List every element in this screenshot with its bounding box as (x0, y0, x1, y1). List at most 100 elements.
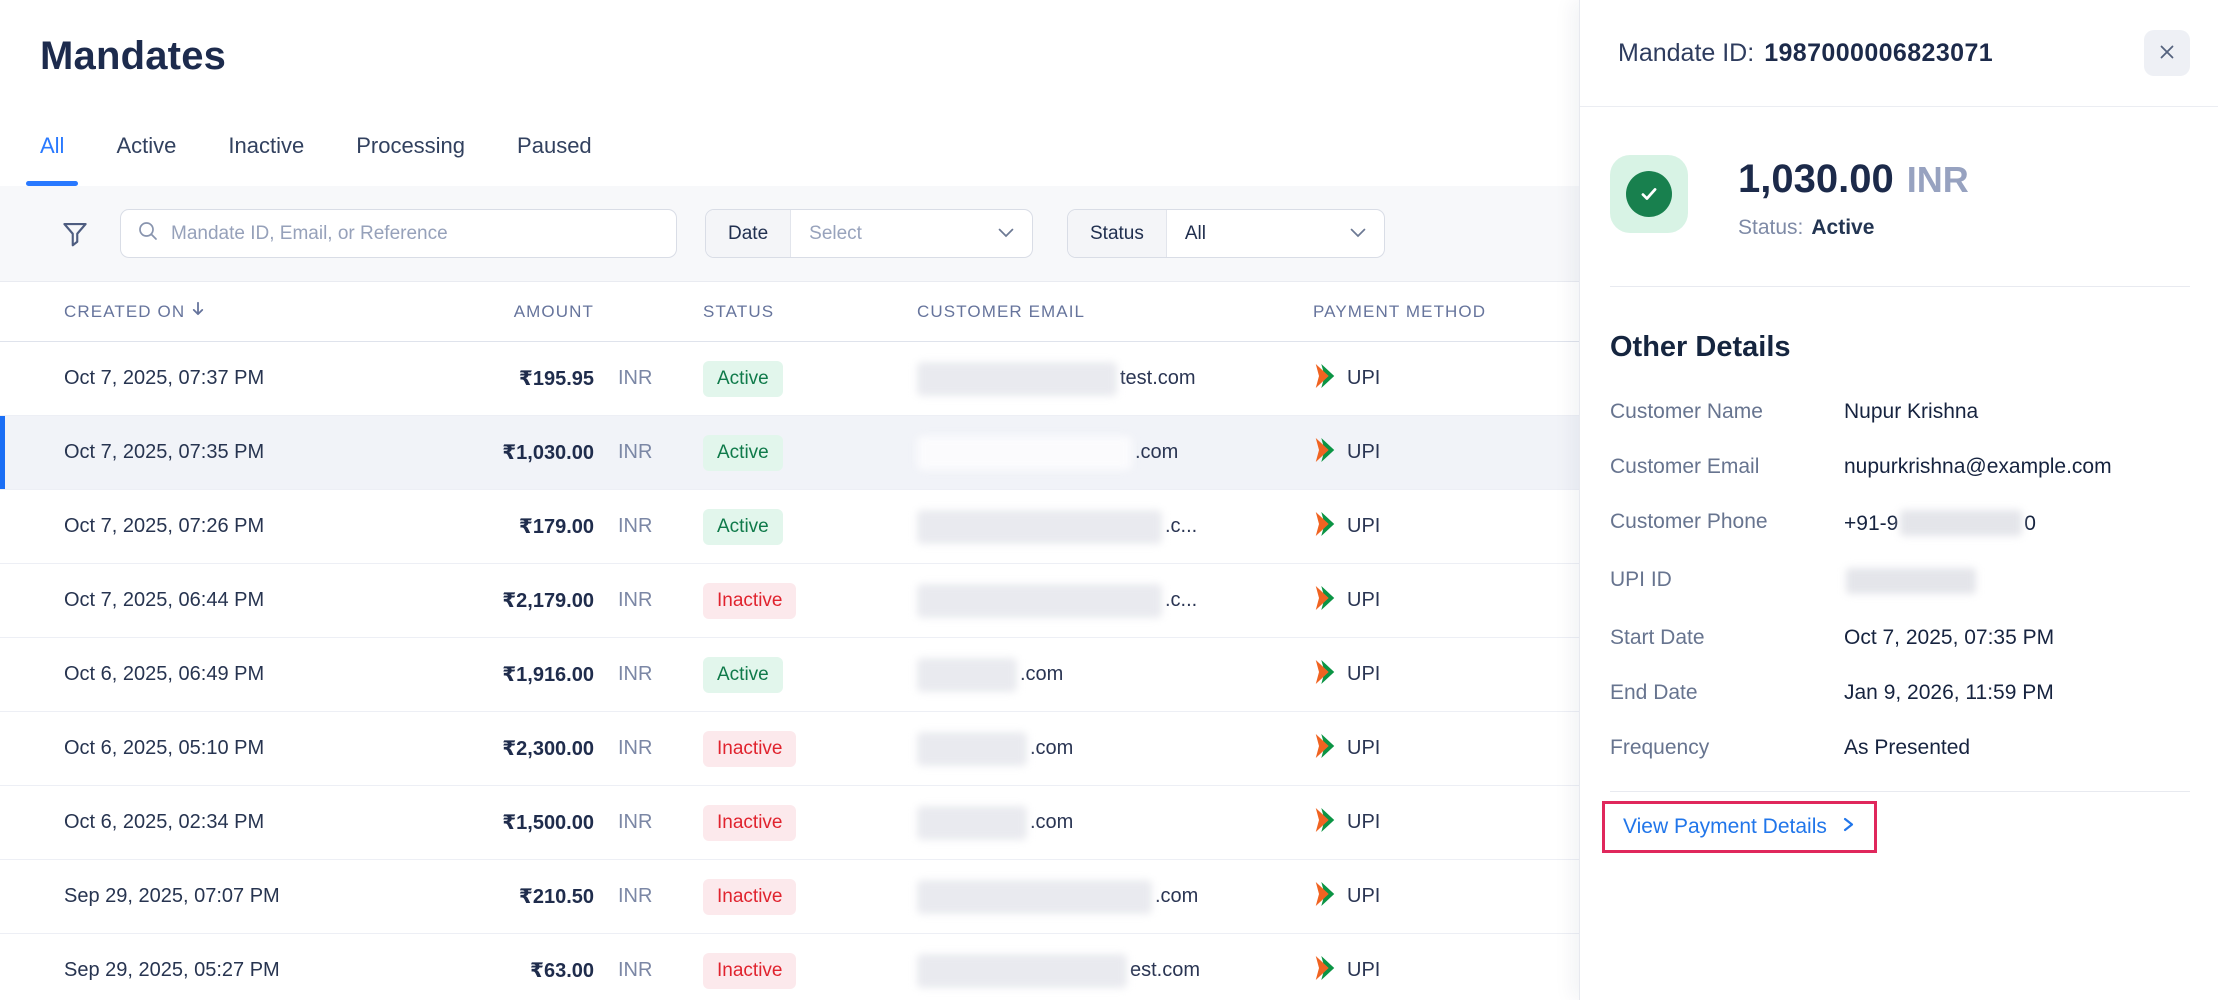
detail-label: Customer Phone (1610, 510, 1844, 536)
search-box[interactable] (120, 209, 677, 258)
upi-icon (1313, 585, 1337, 617)
payment-method-label: UPI (1347, 959, 1380, 982)
cell-customer-email: .com (898, 436, 1294, 470)
date-filter-value: Select (791, 210, 862, 257)
cell-currency: INR (594, 959, 684, 982)
redacted-email (917, 880, 1152, 914)
tab-active[interactable]: Active (102, 129, 190, 186)
table-row[interactable]: Sep 29, 2025, 07:07 PM ₹210.50 INR Inact… (0, 860, 1579, 934)
cell-payment-method: UPI (1294, 511, 1579, 543)
tab-all[interactable]: All (26, 129, 78, 186)
table-body: Oct 7, 2025, 07:37 PM ₹195.95 INR Active… (0, 342, 1579, 1000)
chevron-right-icon (1827, 816, 1856, 838)
payment-method-label: UPI (1347, 441, 1380, 464)
status-badge: Active (703, 509, 783, 545)
upi-icon (1313, 437, 1337, 469)
detail-label: UPI ID (1610, 568, 1844, 594)
payment-method-label: UPI (1347, 589, 1380, 612)
cell-amount: ₹2,179.00 (444, 588, 594, 613)
cell-amount: ₹63.00 (444, 958, 594, 983)
tab-paused[interactable]: Paused (503, 129, 606, 186)
cell-customer-email: .com (898, 658, 1294, 692)
table-row[interactable]: Sep 29, 2025, 05:27 PM ₹63.00 INR Inacti… (0, 934, 1579, 1000)
detail-label: Customer Name (1610, 400, 1844, 423)
cell-created-on: Oct 7, 2025, 07:35 PM (64, 441, 444, 464)
table-row[interactable]: Oct 6, 2025, 06:49 PM ₹1,916.00 INR Acti… (0, 638, 1579, 712)
column-header-payment-method: Payment Method (1294, 302, 1579, 322)
close-panel-button[interactable] (2144, 30, 2190, 76)
cell-payment-method: UPI (1294, 733, 1579, 765)
table-row[interactable]: Oct 7, 2025, 07:35 PM ₹1,030.00 INR Acti… (0, 416, 1579, 490)
email-suffix: test.com (1120, 367, 1196, 390)
cell-status: Active (684, 509, 898, 545)
detail-label: Frequency (1610, 736, 1844, 759)
details-list: Customer Name Nupur Krishna Customer Ema… (1610, 400, 2218, 759)
cell-amount: ₹210.50 (444, 884, 594, 909)
table-row[interactable]: Oct 7, 2025, 06:44 PM ₹2,179.00 INR Inac… (0, 564, 1579, 638)
table-row[interactable]: Oct 6, 2025, 05:10 PM ₹2,300.00 INR Inac… (0, 712, 1579, 786)
cell-payment-method: UPI (1294, 955, 1579, 987)
payment-method-label: UPI (1347, 663, 1380, 686)
cell-created-on: Sep 29, 2025, 07:07 PM (64, 885, 444, 908)
view-payment-details-link[interactable]: View Payment Details (1623, 815, 1827, 839)
detail-value (1844, 568, 1978, 594)
status-tabs: All Active Inactive Processing Paused (26, 129, 1579, 186)
cell-currency: INR (594, 737, 684, 760)
mandate-id-value: 1987000006823071 (1764, 39, 1993, 67)
filter-bar: Date Select Status All (0, 186, 1579, 282)
tab-inactive[interactable]: Inactive (214, 129, 318, 186)
email-suffix: .com (1030, 737, 1073, 760)
detail-row: End Date Jan 9, 2026, 11:59 PM (1610, 681, 2218, 704)
table-row[interactable]: Oct 7, 2025, 07:26 PM ₹179.00 INR Active… (0, 490, 1579, 564)
table-row[interactable]: Oct 7, 2025, 07:37 PM ₹195.95 INR Active… (0, 342, 1579, 416)
cell-created-on: Sep 29, 2025, 05:27 PM (64, 959, 444, 982)
redacted-email (917, 584, 1162, 618)
table-header: Created On Amount Status Customer Email … (0, 282, 1579, 342)
status-badge: Inactive (703, 731, 796, 767)
cell-customer-email: .c... (898, 584, 1294, 618)
column-header-created-on[interactable]: Created On (64, 300, 444, 323)
redacted-email (917, 954, 1127, 988)
email-suffix: .c... (1165, 589, 1197, 612)
status-badge: Inactive (703, 879, 796, 915)
tab-processing[interactable]: Processing (342, 129, 479, 186)
upi-icon (1313, 659, 1337, 691)
upi-icon (1313, 733, 1337, 765)
cell-created-on: Oct 6, 2025, 06:49 PM (64, 663, 444, 686)
cell-customer-email: .com (898, 806, 1294, 840)
payment-method-label: UPI (1347, 515, 1380, 538)
email-suffix: .com (1030, 811, 1073, 834)
detail-value: Nupur Krishna (1844, 400, 1978, 423)
cell-currency: INR (594, 811, 684, 834)
search-input[interactable] (171, 223, 660, 245)
cell-status: Inactive (684, 805, 898, 841)
status-filter-dropdown[interactable]: Status All (1067, 209, 1385, 258)
sort-desc-icon (189, 300, 207, 323)
upi-icon (1313, 955, 1337, 987)
date-filter-label: Date (706, 210, 791, 257)
table-row[interactable]: Oct 6, 2025, 02:34 PM ₹1,500.00 INR Inac… (0, 786, 1579, 860)
detail-row: Customer Name Nupur Krishna (1610, 400, 2218, 423)
status-badge: Inactive (703, 583, 796, 619)
cell-amount: ₹179.00 (444, 514, 594, 539)
email-suffix: .com (1155, 885, 1198, 908)
cell-payment-method: UPI (1294, 881, 1579, 913)
cell-payment-method: UPI (1294, 363, 1579, 395)
detail-value: +91-9 0 (1844, 510, 2036, 536)
view-payment-details-highlight[interactable]: View Payment Details (1602, 801, 1877, 853)
chevron-down-icon (998, 225, 1014, 243)
filter-funnel-icon[interactable] (60, 219, 90, 249)
detail-value: nupurkrishna@example.com (1844, 455, 2112, 478)
cell-created-on: Oct 7, 2025, 06:44 PM (64, 589, 444, 612)
mandate-summary: 1,030.00 INR Status:Active (1610, 155, 2218, 240)
status-filter-label: Status (1068, 210, 1167, 257)
date-filter-dropdown[interactable]: Date Select (705, 209, 1033, 258)
cell-status: Inactive (684, 731, 898, 767)
redacted-email (917, 362, 1117, 396)
detail-row: Frequency As Presented (1610, 736, 2218, 759)
redacted-email (917, 658, 1017, 692)
upi-icon (1313, 363, 1337, 395)
redacted-value (1846, 568, 1976, 594)
redacted-email (917, 806, 1027, 840)
detail-row: Customer Phone +91-9 0 (1610, 510, 2218, 536)
